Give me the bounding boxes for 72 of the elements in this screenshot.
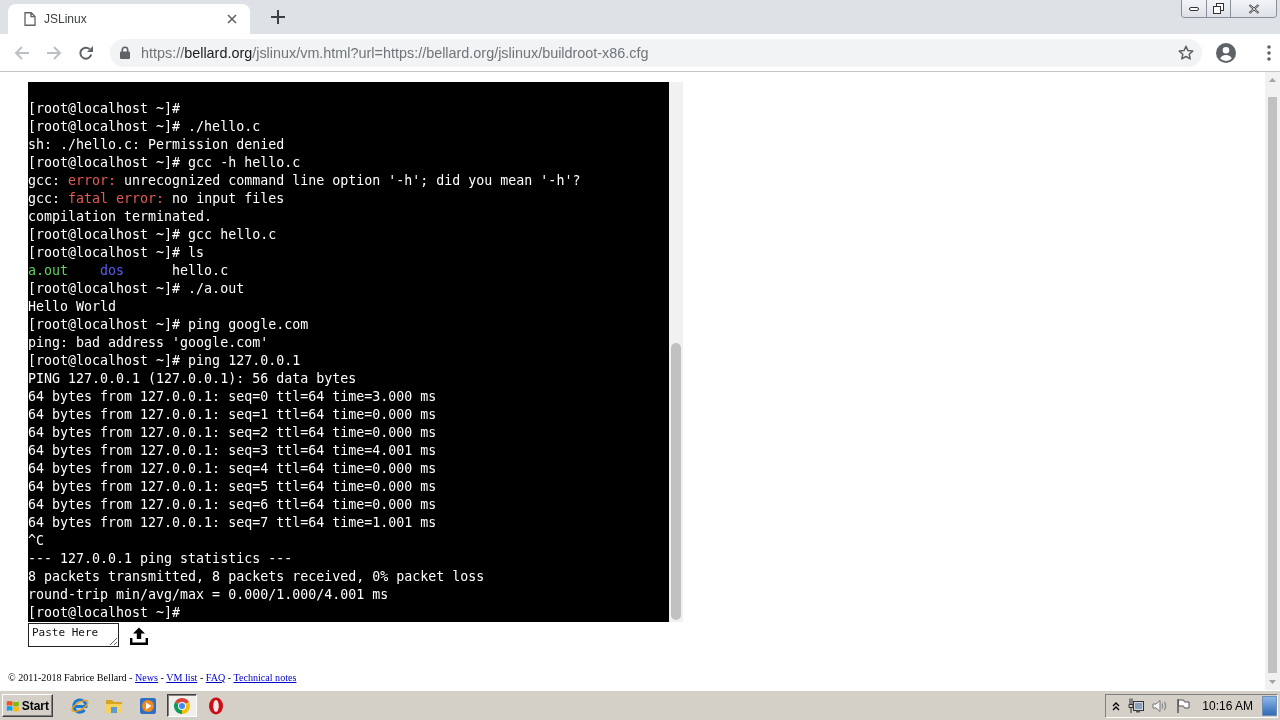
terminal-line: 64 bytes from 127.0.0.1: seq=1 ttl=64 time=0.000 ms [28, 406, 438, 424]
close-window-button[interactable] [1230, 0, 1276, 17]
profile-icon[interactable] [1216, 42, 1236, 63]
terminal-line: gcc: fatal error: no input files [28, 190, 286, 208]
terminal-line: [root@localhost ~]# [28, 604, 182, 622]
address-bar[interactable]: https://bellard.org/jslinux/vm.html?url=https://bellard.org/jslinux/buildroot-x86.cfg [110, 38, 1202, 67]
wheel-logo-icon [173, 696, 191, 715]
play-icon [139, 696, 157, 715]
footer-link[interactable]: News [135, 672, 158, 683]
clock[interactable]: 10:16 AM [1202, 698, 1253, 713]
volume-icon[interactable] [1152, 698, 1169, 713]
terminal-line: [root@localhost ~]# ls [28, 244, 206, 262]
taskbar-button[interactable] [167, 694, 197, 717]
url-text: https://bellard.org/jslinux/vm.html?url=https://bellard.org/jslinux/buildroot-x86.cfg [141, 44, 650, 61]
terminal-line: ping: bad address 'google.com' [28, 334, 270, 352]
copyright-footer: © 2011-2018 Fabrice Bellard - News - VM list - FAQ - Technical notes [8, 672, 1265, 683]
page-icon [24, 12, 36, 26]
terminal-line: --- 127.0.0.1 ping statistics --- [28, 550, 294, 568]
terminal-line: [root@localhost ~]# ./a.out [28, 280, 246, 298]
file-name: hello.c [172, 263, 229, 278]
show-desktop-button[interactable] [1262, 695, 1277, 716]
terminal-line: ^C [28, 532, 45, 550]
double-caret-icon[interactable] [1112, 700, 1121, 711]
o-ring-icon [208, 696, 224, 715]
footer-link[interactable]: VM list [166, 672, 198, 683]
terminal-line: [root@localhost ~]# [28, 100, 182, 118]
scrollbar-thumb[interactable] [671, 343, 681, 620]
terminal-line: 8 packets transmitted, 8 packets received, 0% packet loss [28, 568, 486, 586]
terminal-line: 64 bytes from 127.0.0.1: seq=7 ttl=64 time=1.001 ms [28, 514, 438, 532]
flag-icon[interactable] [1176, 697, 1191, 714]
terminal-line: 64 bytes from 127.0.0.1: seq=5 ttl=64 time=0.000 ms [28, 478, 438, 496]
footer-link[interactable]: Technical notes [233, 672, 297, 683]
terminal-line: [root@localhost ~]# ./hello.c [28, 118, 262, 136]
paste-field[interactable]: Paste Here [28, 623, 119, 647]
e-logo-icon [70, 696, 90, 715]
terminal-line: 64 bytes from 127.0.0.1: seq=4 ttl=64 time=0.000 ms [28, 460, 438, 478]
terminal-line: [root@localhost ~]# gcc -h hello.c [28, 154, 302, 172]
network-icon[interactable] [1128, 697, 1145, 714]
terminal-line: compilation terminated. [28, 208, 214, 226]
terminal-line: round-trip min/avg/max = 0.000/1.000/4.001 ms [28, 586, 390, 604]
minimize-icon [1189, 6, 1199, 11]
menu-icon[interactable] [1267, 44, 1271, 61]
restore-button[interactable] [1206, 0, 1230, 17]
terminal-line: gcc: error: unrecognized command line option '-h'; did you mean '-h'? [28, 172, 582, 190]
terminal-line: [root@localhost ~]# gcc hello.c [28, 226, 278, 244]
terminal-line: [root@localhost ~]# ping 127.0.0.1 [28, 352, 302, 370]
terminal-line: 64 bytes from 127.0.0.1: seq=6 ttl=64 time=0.000 ms [28, 496, 438, 514]
scrollbar-thumb[interactable] [1268, 97, 1277, 673]
footer-link[interactable]: FAQ [205, 672, 226, 683]
new-tab-icon[interactable] [271, 10, 285, 24]
terminal-line: 64 bytes from 127.0.0.1: seq=3 ttl=64 time=4.001 ms [28, 442, 438, 460]
minimize-button[interactable] [1182, 0, 1206, 17]
bookmark-star-icon[interactable] [1178, 44, 1194, 61]
file-name: a.out [28, 263, 69, 278]
folder-icon [105, 697, 123, 714]
terminal-line: 64 bytes from 127.0.0.1: seq=0 ttl=64 time=3.000 ms [28, 388, 438, 406]
terminal-screen[interactable] [28, 82, 669, 622]
terminal-line: sh: ./hello.c: Permission denied [28, 136, 286, 154]
start-button[interactable]: Start [2, 694, 53, 717]
upload-icon[interactable] [130, 627, 148, 645]
scrollbar-track[interactable] [669, 82, 683, 622]
close-icon [1247, 3, 1260, 14]
browser-tab[interactable]: JSLinux [8, 4, 250, 34]
terminal-line: [root@localhost ~]# ping google.com [28, 316, 310, 334]
restore-icon [1213, 3, 1224, 14]
lock-icon [120, 46, 130, 59]
reload-icon[interactable] [78, 44, 94, 61]
terminal-line: 64 bytes from 127.0.0.1: seq=2 ttl=64 time=0.000 ms [28, 424, 438, 442]
terminal-line: PING 127.0.0.1 (127.0.0.1): 56 data bytes [28, 370, 358, 388]
terminal-line: Hello World [28, 298, 118, 316]
file-name: dos [100, 263, 125, 278]
close-icon[interactable] [227, 14, 237, 24]
